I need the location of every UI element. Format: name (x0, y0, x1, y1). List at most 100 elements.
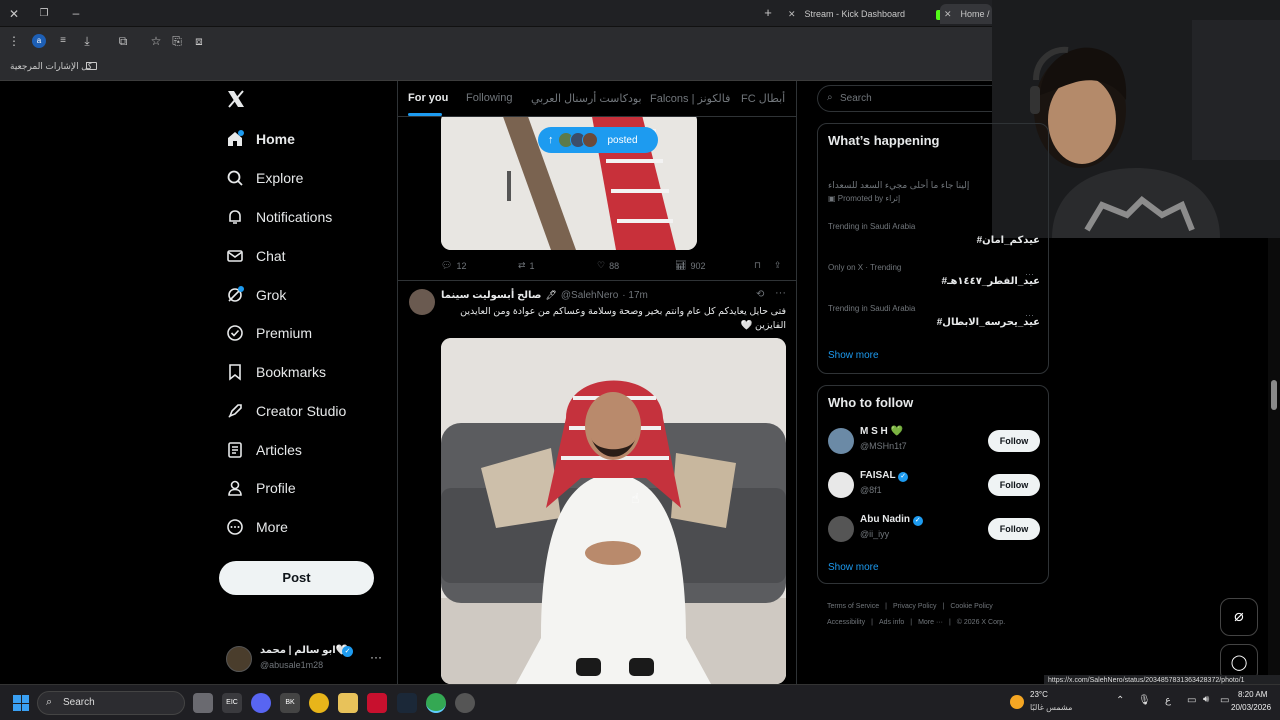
menu-icon[interactable]: ⋮ (6, 34, 22, 48)
sidebar-item-premium[interactable]: Premium (226, 320, 312, 346)
sidebar-item-notifications[interactable]: Notifications (226, 204, 332, 230)
more-dots-icon[interactable]: ··· (370, 650, 382, 664)
trend-item[interactable]: Trending in Saudi Arabia #عيد_يحرسه_الابط… (828, 304, 1040, 340)
share-button[interactable]: ⇪ (774, 260, 782, 271)
footer-link[interactable]: Accessibility (827, 619, 865, 626)
more-dots-icon[interactable]: ··· (775, 287, 786, 299)
tab-falcons[interactable]: Falcons | فالكونز (650, 92, 730, 105)
minimize-icon[interactable]: – (68, 6, 84, 20)
tab-arsenal-podcast[interactable]: بودكاست أرسنال العربي (531, 92, 642, 105)
sidebar-item-home[interactable]: Home (226, 126, 295, 152)
sidebar-item-chat[interactable]: Chat (226, 243, 286, 269)
follow-suggestion[interactable]: Abu Nadin ✓ @ii_iyy Follow (828, 514, 1050, 546)
sidebar-item-profile[interactable]: Profile (226, 475, 296, 501)
chrome-active-icon[interactable] (426, 693, 446, 713)
post-author[interactable]: صالح أبسوليت سينما (441, 290, 541, 301)
browser-tab-bar: ✕ ❐ – + ✕ Stream - Kick Dashboard ✕ Home… (0, 0, 992, 27)
more-dots-icon[interactable]: ··· (1025, 269, 1034, 279)
follow-button[interactable]: Follow (988, 474, 1040, 496)
search-box[interactable]: ⌕ Search (817, 85, 992, 112)
footer-link[interactable]: © 2026 X Corp. (957, 619, 1005, 626)
post-avatar[interactable] (409, 289, 435, 315)
sidebar-item-articles[interactable]: Articles (226, 437, 302, 463)
windows-start-icon[interactable] (13, 695, 29, 711)
star-icon[interactable]: ☆ (148, 34, 164, 48)
footer-link[interactable]: More ··· (918, 619, 943, 626)
footer-link[interactable]: Ads info (879, 619, 904, 626)
promoted-trend[interactable]: إلينا جاء ما أحلى مجيء السعد للسعداء ▣ P… (828, 180, 1038, 203)
translate-icon[interactable]: ⎘ (169, 34, 185, 48)
tab-for-you[interactable]: For you (408, 92, 448, 104)
scrollbar-thumb[interactable] (1271, 380, 1277, 410)
follow-suggestion[interactable]: FAISAL ✓ @8f1 Follow (828, 470, 1050, 502)
show-more-link[interactable]: Show more (828, 562, 879, 573)
show-more-link[interactable]: Show more (828, 350, 879, 361)
sidebar-item-creator-studio[interactable]: Creator Studio (226, 398, 346, 424)
task-view-icon[interactable] (193, 693, 213, 713)
tab-close-icon[interactable]: ✕ (788, 4, 802, 24)
network-icon[interactable]: ▭ (1187, 695, 1196, 706)
cast-icon[interactable]: ⧈ (191, 34, 207, 48)
weather-temp[interactable]: 23°C (1030, 690, 1048, 699)
app-icon[interactable]: BK (280, 693, 300, 713)
new-posts-pill[interactable]: ↑ posted (538, 127, 658, 153)
follow-button[interactable]: Follow (988, 518, 1040, 540)
file-explorer-icon[interactable] (338, 693, 358, 713)
post-button[interactable]: Post (219, 561, 374, 595)
chrome-icon[interactable] (309, 693, 329, 713)
weather-desc[interactable]: مشمس غالبًا (1030, 703, 1072, 712)
discord-icon[interactable] (251, 693, 271, 713)
extensions-icon[interactable]: ⧉ (115, 34, 131, 48)
app-icon[interactable] (455, 693, 475, 713)
close-icon[interactable]: ✕ (6, 7, 22, 21)
trend-item[interactable]: Only on X · Trending #عيد_الفطر_١٤٤٧هـ ··· (828, 263, 1040, 299)
tab-home-x[interactable]: ✕ Home / X (940, 4, 992, 24)
sidebar-item-grok[interactable]: Grok (226, 282, 286, 308)
plus-icon[interactable]: + (760, 6, 776, 20)
tab-kick-dashboard[interactable]: ✕ Stream - Kick Dashboard (788, 4, 946, 24)
tab-following[interactable]: Following (466, 92, 512, 104)
volume-icon[interactable]: 🔊︎ (1203, 694, 1209, 705)
taskbar-search[interactable]: ⌕ Search (37, 691, 185, 715)
sidebar-item-bookmarks[interactable]: Bookmarks (226, 359, 326, 385)
post-image[interactable] (441, 338, 786, 684)
app-icon[interactable]: EIC (222, 693, 242, 713)
profile-avatar-icon[interactable]: a (32, 34, 46, 48)
clock-date[interactable]: 20/03/2026 (1231, 703, 1271, 712)
sidebar-item-more[interactable]: More (226, 514, 288, 540)
footer-link[interactable]: Privacy Policy (893, 603, 937, 610)
more-dots-icon[interactable]: ··· (1025, 310, 1034, 320)
follow-button[interactable]: Follow (988, 430, 1040, 452)
post-time[interactable]: · 17m (622, 290, 648, 301)
bookmark-button[interactable]: ⊓ (754, 260, 761, 271)
trend-item[interactable]: Trending in Saudi Arabia #عيدكم_امان (828, 222, 1040, 258)
mic-icon[interactable]: 🎙︎ (1138, 695, 1151, 706)
tab-fc-abtal[interactable]: FC أبطال (741, 92, 785, 105)
repost-button[interactable]: ⇄ 1 (518, 260, 535, 271)
restore-icon[interactable]: ❐ (36, 7, 52, 21)
page-scrollbar[interactable] (1268, 238, 1280, 684)
language-indicator[interactable]: ع (1165, 695, 1171, 706)
x-logo-icon[interactable] (226, 89, 246, 109)
reply-button[interactable]: 💬︎ 12 (441, 260, 466, 271)
reading-list-icon[interactable]: ≡ (55, 34, 71, 48)
battery-icon[interactable]: ▭ (1220, 695, 1229, 706)
account-handle: @abusale1m28 (260, 660, 324, 670)
account-switcher[interactable]: ابو سالم | محمد🤍 ✓ @abusale1m28 ··· (226, 644, 386, 674)
like-button[interactable]: ♡ 88 (597, 260, 619, 271)
views-button[interactable]: 📊︎ 902 (675, 260, 705, 271)
follow-suggestion[interactable]: M S H 💚 @MSHn1t7 Follow (828, 426, 1050, 458)
footer-link[interactable]: Cookie Policy (950, 603, 992, 610)
download-icon[interactable]: ⤓ (79, 34, 95, 48)
sidebar-item-explore[interactable]: Explore (226, 165, 303, 191)
chevron-up-icon[interactable]: ⌃ (1116, 695, 1124, 706)
footer-link[interactable]: Terms of Service (827, 603, 879, 610)
grok-floating-button[interactable]: ⌀ (1220, 598, 1258, 636)
acrobat-icon[interactable] (367, 693, 387, 713)
post-handle[interactable]: @SalehNero (561, 290, 618, 301)
grok-icon[interactable]: ⟲ (756, 289, 764, 300)
tab-close-icon[interactable]: ✕ (944, 4, 958, 24)
clock-time[interactable]: 8:20 AM (1238, 690, 1267, 699)
steam-icon[interactable] (397, 693, 417, 713)
bookmarks-all-label[interactable]: كل الإشارات المرجعية (10, 61, 92, 72)
